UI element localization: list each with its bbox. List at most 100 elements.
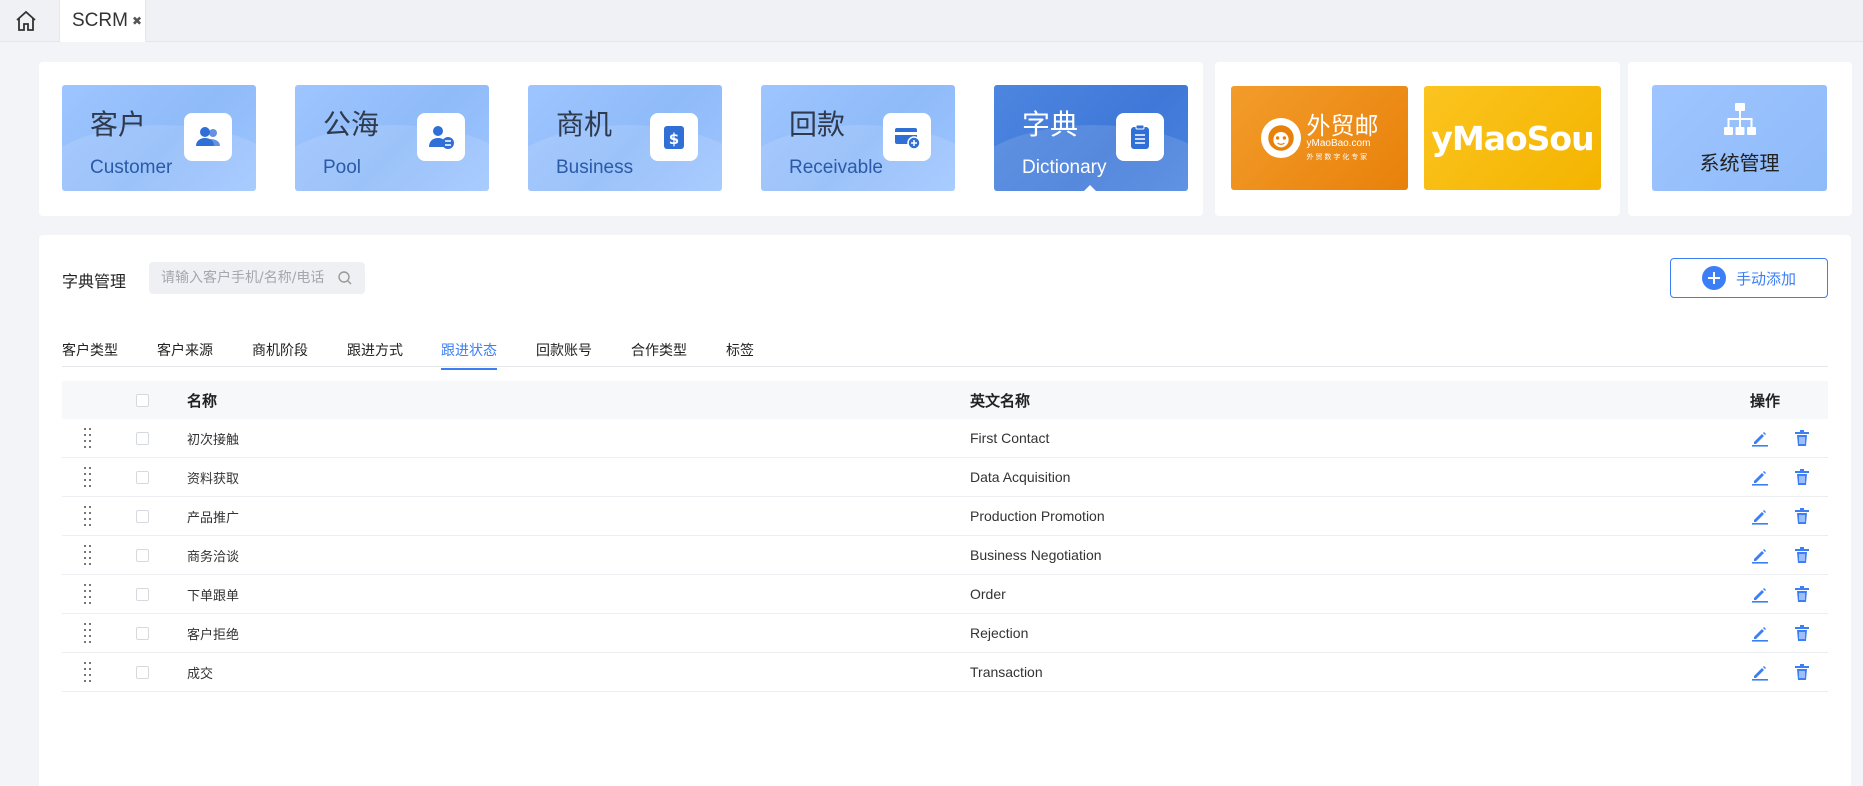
tab-customer-type[interactable]: 客户类型 (62, 340, 118, 368)
column-header-actions: 操作 (1750, 391, 1781, 410)
row-checkbox[interactable] (136, 548, 149, 562)
module-card-receivable[interactable]: 回款 Receivable (761, 85, 955, 191)
edit-icon (1752, 510, 1768, 525)
tab-followup-method[interactable]: 跟进方式 (347, 340, 403, 368)
drag-handle-icon (84, 467, 92, 487)
org-chart-icon (1723, 102, 1756, 135)
tab-tags[interactable]: 标签 (726, 340, 754, 368)
ymaobao-tagline: 外 贸 数 字 化 专 家 (1306, 154, 1368, 161)
ymaobao-brand-card[interactable]: 外贸邮 yMaoBao.com 外 贸 数 字 化 专 家 (1231, 86, 1408, 190)
tab-customer-source[interactable]: 客户来源 (157, 340, 213, 368)
drag-handle[interactable] (84, 614, 96, 652)
system-management-card[interactable]: 系统管理 (1652, 85, 1827, 191)
table-row: 成交 Transaction (62, 653, 1828, 692)
drag-handle[interactable] (84, 497, 96, 535)
module-card-business[interactable]: 商机 Business $ (528, 85, 722, 191)
delete-button[interactable] (1792, 584, 1812, 604)
row-checkbox[interactable] (136, 509, 149, 523)
row-checkbox-cell (136, 653, 150, 691)
row-english-name: Rejection (970, 625, 1029, 641)
ymaosou-logo: yMaoSou (1431, 118, 1594, 158)
ymaobao-domain: yMaoBao.com (1306, 138, 1371, 149)
row-checkbox[interactable] (136, 470, 149, 484)
ymaosou-brand-card[interactable]: yMaoSou (1424, 86, 1601, 190)
drag-handle[interactable] (84, 653, 96, 691)
row-name: 商务洽谈 (187, 549, 240, 565)
drag-handle[interactable] (84, 458, 96, 496)
row-checkbox[interactable] (136, 587, 149, 601)
tab-opportunity-stage[interactable]: 商机阶段 (252, 340, 308, 368)
home-icon (16, 10, 36, 31)
ymaobao-title: 外贸邮 (1306, 112, 1379, 140)
search-box (149, 262, 365, 294)
edit-icon (1752, 471, 1768, 486)
drag-handle-icon (84, 584, 92, 604)
page-title: 字典管理 (62, 272, 127, 291)
edit-icon (1752, 432, 1768, 447)
edit-button[interactable] (1750, 506, 1770, 526)
select-all-checkbox[interactable] (136, 393, 149, 407)
edit-button[interactable] (1750, 662, 1770, 682)
row-checkbox-cell (136, 458, 150, 496)
drag-handle[interactable] (84, 575, 96, 613)
delete-button[interactable] (1792, 545, 1812, 565)
users-icon (184, 113, 232, 161)
edit-icon (1752, 549, 1768, 564)
ymaobao-logo: 外贸邮 yMaoBao.com 外 贸 数 字 化 专 家 (1260, 112, 1379, 162)
row-checkbox[interactable] (136, 665, 149, 679)
row-english-name: Business Negotiation (970, 547, 1102, 563)
trash-icon (1795, 430, 1809, 446)
dollar-document-icon: $ (650, 113, 698, 161)
table-row: 下单跟单 Order (62, 575, 1828, 614)
delete-button[interactable] (1792, 662, 1812, 682)
tab-close-icon[interactable]: ✖ (132, 14, 142, 28)
table-row: 商务洽谈 Business Negotiation (62, 536, 1828, 575)
row-actions (1750, 458, 1812, 496)
search-input[interactable] (161, 270, 337, 286)
row-actions (1750, 497, 1812, 535)
row-english-name: First Contact (970, 430, 1050, 446)
module-card-customer[interactable]: 客户 Customer (62, 85, 256, 191)
row-english-name: Order (970, 586, 1006, 602)
tab-followup-status[interactable]: 跟进状态 (441, 340, 497, 370)
search-icon[interactable] (337, 270, 353, 286)
row-checkbox[interactable] (136, 626, 149, 640)
trash-icon (1795, 625, 1809, 641)
trash-icon (1795, 586, 1809, 602)
user-exchange-icon (417, 113, 465, 161)
delete-button[interactable] (1792, 428, 1812, 448)
module-card-pool[interactable]: 公海 Pool (295, 85, 489, 191)
drag-handle-icon (84, 506, 92, 526)
row-name: 客户拒绝 (187, 627, 240, 643)
add-manually-button[interactable]: 手动添加 (1670, 258, 1828, 298)
table-row: 产品推广 Production Promotion (62, 497, 1828, 536)
tab-receivable-account[interactable]: 回款账号 (536, 340, 592, 368)
tab-cooperation-type[interactable]: 合作类型 (631, 340, 687, 368)
trash-icon (1795, 469, 1809, 485)
edit-button[interactable] (1750, 428, 1770, 448)
edit-button[interactable] (1750, 584, 1770, 604)
row-name: 资料获取 (187, 471, 240, 487)
row-name: 产品推广 (187, 510, 240, 526)
module-subtitle: Dictionary (1022, 157, 1107, 178)
row-name: 成交 (187, 666, 214, 682)
drag-handle-icon (84, 545, 92, 565)
edit-button[interactable] (1750, 467, 1770, 487)
row-actions (1750, 575, 1812, 613)
delete-button[interactable] (1792, 467, 1812, 487)
tab-scrm[interactable]: SCRM ✖ (59, 0, 146, 42)
drag-handle-icon (84, 428, 92, 448)
drag-handle[interactable] (84, 419, 96, 457)
module-card-dictionary[interactable]: 字典 Dictionary (994, 85, 1188, 191)
top-tab-bar: SCRM ✖ (0, 0, 1863, 42)
dictionary-table: 名称 英文名称 操作 初次接触 First Contact 资料获取 Data Acq… (62, 381, 1828, 692)
row-english-name: Transaction (970, 664, 1043, 680)
delete-button[interactable] (1792, 506, 1812, 526)
row-name: 初次接触 (187, 432, 240, 448)
row-checkbox[interactable] (136, 431, 149, 445)
home-button[interactable] (12, 8, 40, 34)
edit-button[interactable] (1750, 623, 1770, 643)
delete-button[interactable] (1792, 623, 1812, 643)
drag-handle[interactable] (84, 536, 96, 574)
edit-button[interactable] (1750, 545, 1770, 565)
